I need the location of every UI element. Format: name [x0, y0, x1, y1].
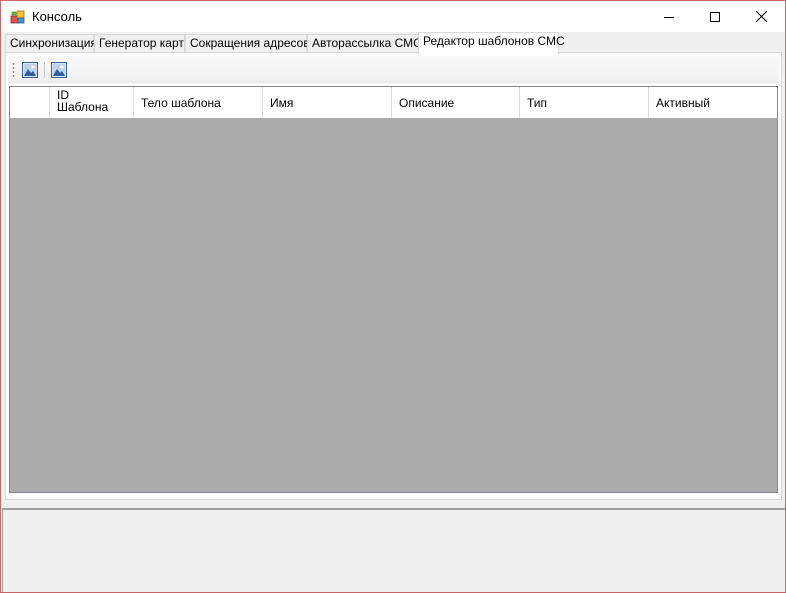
tab-card-generator[interactable]: Генератор карт [94, 34, 185, 53]
bottom-panel [2, 508, 785, 592]
column-header-description[interactable]: Описание [392, 87, 520, 118]
maximize-button[interactable] [692, 1, 738, 32]
image-icon [22, 62, 38, 78]
toolbar-separator [44, 62, 45, 78]
column-header-type[interactable]: Тип [520, 87, 649, 118]
toolbar [8, 56, 779, 83]
column-header-name[interactable]: Имя [263, 87, 392, 118]
tab-address-abbreviations[interactable]: Сокращения адресов [185, 34, 310, 53]
tab-page-sms-template-editor: ID Шаблона Тело шаблона Имя Описание Тип… [5, 52, 782, 500]
toolbar-button-1[interactable] [21, 61, 39, 79]
close-button[interactable] [738, 1, 784, 32]
tab-sms-autosend[interactable]: Авторассылка СМС [307, 34, 422, 53]
tab-sync[interactable]: Синхронизация [5, 34, 97, 53]
column-header-template-id[interactable]: ID Шаблона [50, 87, 134, 118]
title-bar[interactable]: Консоль [1, 1, 785, 32]
toolbar-grip[interactable] [12, 62, 15, 77]
grid-header: ID Шаблона Тело шаблона Имя Описание Тип… [10, 87, 777, 118]
console-window: Консоль Синхронизация Генератор карт Сок… [0, 0, 786, 593]
templates-grid[interactable]: ID Шаблона Тело шаблона Имя Описание Тип… [9, 86, 778, 493]
maximize-icon [710, 11, 720, 22]
minimize-button[interactable] [646, 1, 692, 32]
tab-sms-template-editor[interactable]: Редактор шаблонов СМС [418, 32, 565, 54]
column-header-active[interactable]: Активный [649, 87, 777, 118]
app-icon [10, 9, 26, 25]
close-icon [755, 11, 767, 22]
tab-strip: Синхронизация Генератор карт Сокращения … [5, 32, 781, 54]
image-icon [51, 62, 67, 78]
column-header-template-body[interactable]: Тело шаблона [134, 87, 263, 118]
window-title: Консоль [32, 9, 82, 24]
toolbar-button-2[interactable] [50, 61, 68, 79]
minimize-icon [664, 16, 674, 18]
row-header-corner[interactable] [10, 87, 50, 118]
